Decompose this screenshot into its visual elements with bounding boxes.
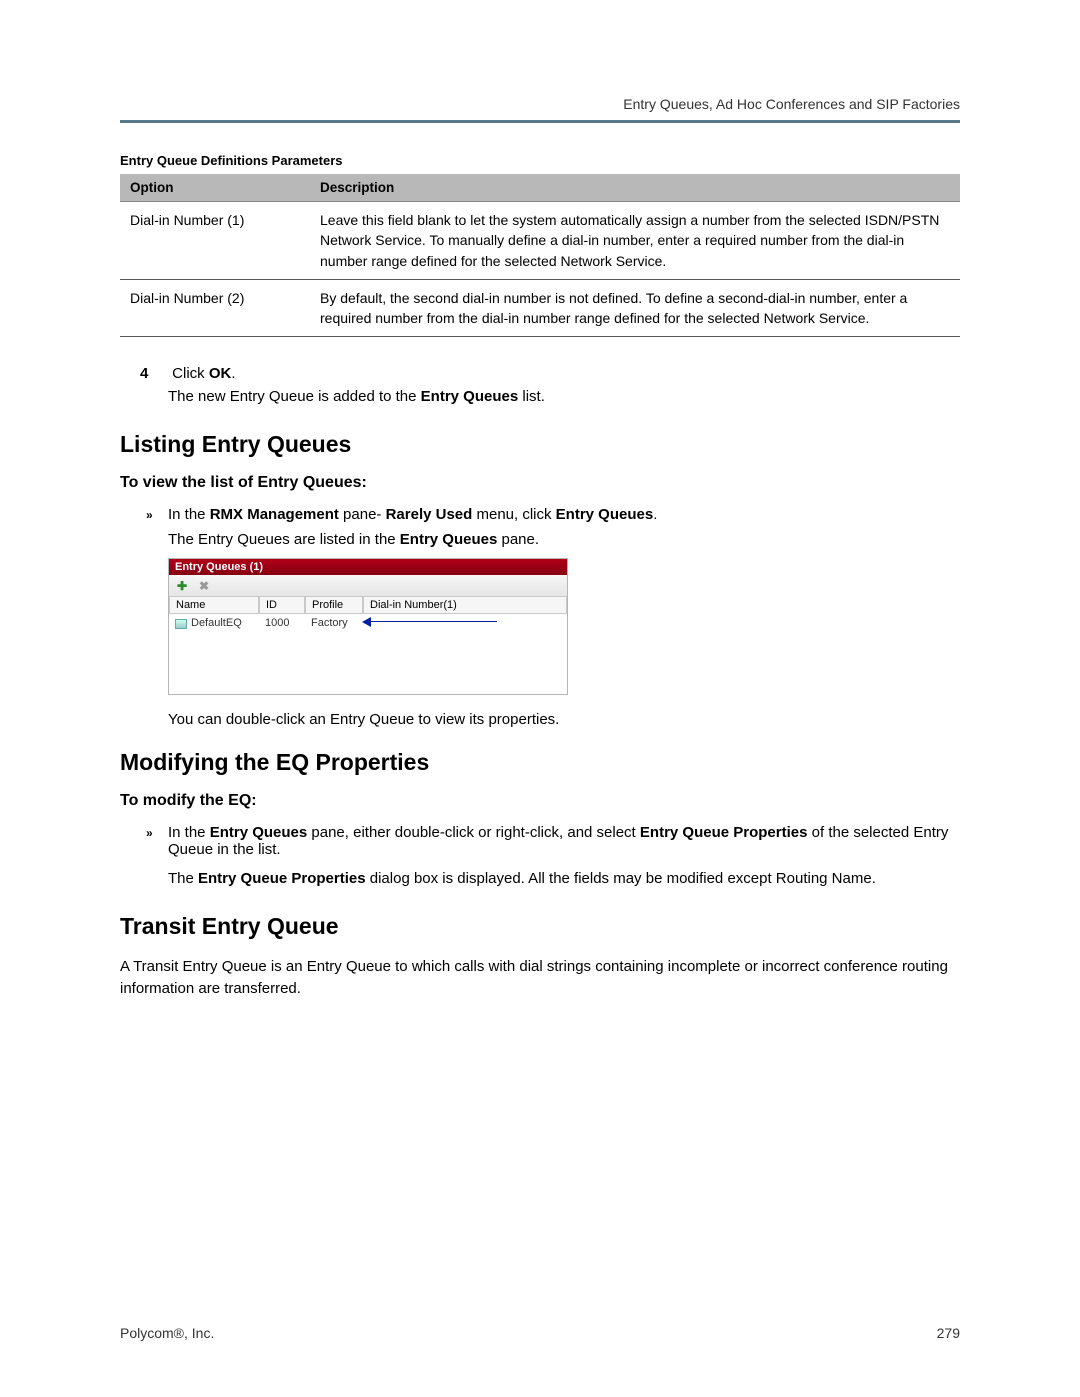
table-row: Dial-in Number (2) By default, the secon… [120, 279, 960, 337]
text: menu, click [472, 506, 555, 523]
entry-queue-icon [175, 619, 187, 629]
text: dialog box is displayed. All the fields … [366, 870, 876, 887]
cell-description: By default, the second dial-in number is… [310, 279, 960, 337]
col-header-id[interactable]: ID [259, 597, 305, 614]
text: The [168, 870, 198, 887]
text-bold: Entry Queues [556, 506, 654, 523]
cell-option: Dial-in Number (1) [120, 202, 310, 280]
text-bold: RMX Management [210, 506, 339, 523]
table-caption: Entry Queue Definitions Parameters [120, 153, 960, 168]
header-breadcrumb: Entry Queues, Ad Hoc Conferences and SIP… [120, 96, 960, 112]
text: In the [168, 824, 210, 841]
bullet-sub: The Entry Queues are listed in the Entry… [168, 531, 960, 548]
text: The new Entry Queue is added to the [168, 388, 421, 405]
entry-queues-pane: Entry Queues (1) ✚ ✖ Name ID Profile Dia… [168, 558, 568, 695]
text: The Entry Queues are listed in the [168, 531, 400, 548]
pane-toolbar: ✚ ✖ [169, 575, 567, 597]
param-table: Option Description Dial-in Number (1) Le… [120, 174, 960, 337]
heading-listing: Listing Entry Queues [120, 431, 960, 458]
text: . [653, 506, 657, 523]
pane-body: DefaultEQ 1000 Factory [169, 614, 567, 694]
text: list. [518, 388, 545, 405]
col-header-dial[interactable]: Dial-in Number(1) [363, 597, 567, 614]
th-option: Option [120, 174, 310, 202]
text-bold: Entry Queues [421, 388, 519, 405]
text-bold: Rarely Used [386, 506, 473, 523]
cell-profile: Factory [305, 614, 363, 632]
arrow-line [367, 621, 497, 622]
step-4-sub: The new Entry Queue is added to the Entr… [168, 388, 960, 405]
cell-name: DefaultEQ [169, 614, 259, 632]
footer-company: Polycom®, Inc. [120, 1325, 214, 1341]
step-number: 4 [140, 365, 160, 382]
text: In the [168, 506, 210, 523]
bullet-mark-icon: » [146, 508, 153, 522]
bullet-item: » In the RMX Management pane- Rarely Use… [168, 506, 960, 523]
subheading-view-list: To view the list of Entry Queues: [120, 474, 960, 492]
cell-option: Dial-in Number (2) [120, 279, 310, 337]
text-bold: Entry Queue Properties [640, 824, 808, 841]
pane-header-row: Name ID Profile Dial-in Number(1) [169, 597, 567, 614]
text: Click [172, 365, 209, 382]
page-footer: Polycom®, Inc. 279 [120, 1325, 960, 1341]
delete-icon[interactable]: ✖ [197, 579, 211, 593]
cell-description: Leave this field blank to let the system… [310, 202, 960, 280]
bullet-mark-icon: » [146, 826, 153, 840]
bullet-item: » In the Entry Queues pane, either doubl… [168, 824, 960, 858]
ok-label: OK [209, 365, 232, 382]
col-header-name[interactable]: Name [169, 597, 259, 614]
step-4: 4 Click OK. [168, 365, 960, 382]
heading-modifying: Modifying the EQ Properties [120, 749, 960, 776]
text: DefaultEQ [191, 617, 242, 629]
col-header-profile[interactable]: Profile [305, 597, 363, 614]
transit-body: A Transit Entry Queue is an Entry Queue … [120, 956, 960, 1000]
cell-dial [363, 614, 567, 632]
text: . [231, 365, 235, 382]
text-bold: Entry Queue Properties [198, 870, 366, 887]
subheading-modify: To modify the EQ: [120, 792, 960, 810]
heading-transit: Transit Entry Queue [120, 913, 960, 940]
text-bold: Entry Queues [400, 531, 498, 548]
text: pane, either double-click or right-click… [307, 824, 640, 841]
text-bold: Entry Queues [210, 824, 308, 841]
header-rule [120, 120, 960, 123]
th-description: Description [310, 174, 960, 202]
cell-id: 1000 [259, 614, 305, 632]
listing-after-text: You can double-click an Entry Queue to v… [168, 709, 960, 731]
text: pane. [497, 531, 539, 548]
bullet-sub: The Entry Queue Properties dialog box is… [168, 870, 960, 887]
text: pane- [339, 506, 386, 523]
pane-title: Entry Queues (1) [169, 559, 567, 575]
add-icon[interactable]: ✚ [175, 579, 189, 593]
pane-row[interactable]: DefaultEQ 1000 Factory [169, 614, 567, 632]
table-row: Dial-in Number (1) Leave this field blan… [120, 202, 960, 280]
footer-page-number: 279 [937, 1325, 960, 1341]
